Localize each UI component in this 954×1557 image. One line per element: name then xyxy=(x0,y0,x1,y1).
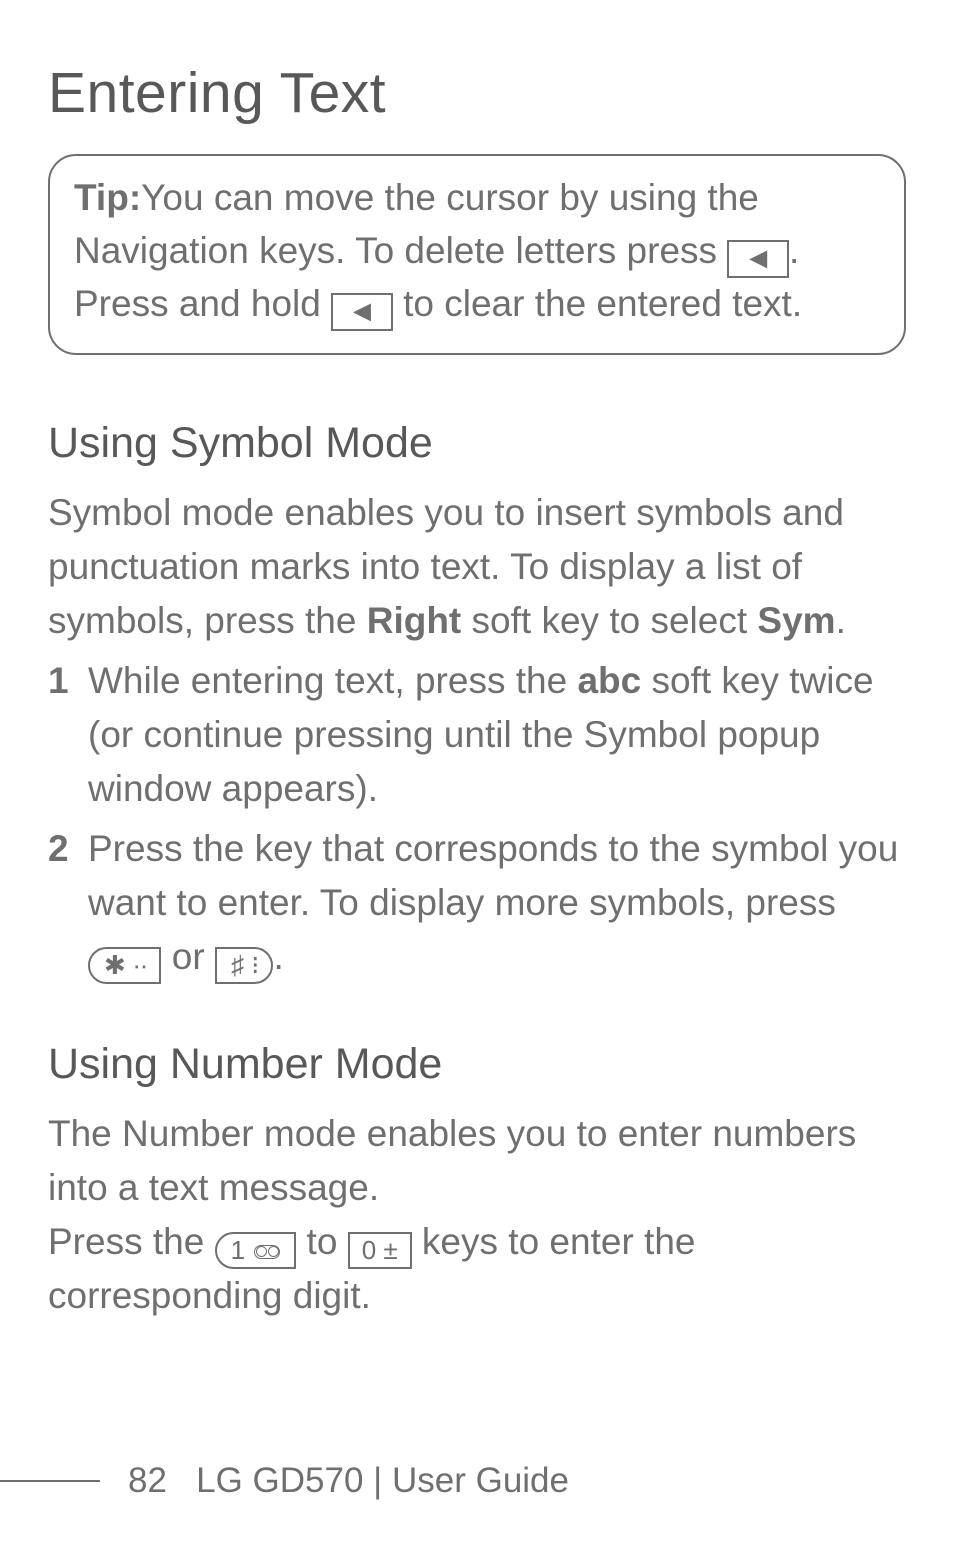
step-body: Press the key that corresponds to the sy… xyxy=(88,822,906,984)
step-body: While entering text, press the abc soft … xyxy=(88,654,906,816)
tip-text-2b: . xyxy=(789,230,799,271)
one-key-digit: 1 xyxy=(231,1235,245,1265)
list-item: 1 While entering text, press the abc sof… xyxy=(48,654,906,816)
star-key-icon: ✱ ∙∙ xyxy=(88,947,161,984)
footer-label: LG GD570 | User Guide xyxy=(196,1461,569,1500)
tip-text-3: Press and hold xyxy=(74,283,331,324)
voicemail-icon xyxy=(254,1245,280,1259)
symbol-mode-section: Using Symbol Mode Symbol mode enables yo… xyxy=(48,419,906,984)
step-text: While entering text, press the xyxy=(88,660,577,701)
number-paragraph-1: The Number mode enables you to enter num… xyxy=(48,1107,906,1215)
page-footer: 82 LG GD570 | User Guide xyxy=(0,1461,569,1501)
one-key-icon: 1 xyxy=(215,1232,297,1269)
sym-label: Sym xyxy=(757,600,835,641)
symbol-text: . xyxy=(836,600,846,641)
list-item: 2 Press the key that corresponds to the … xyxy=(48,822,906,984)
step-text: Press the key that corresponds to the sy… xyxy=(88,828,898,923)
right-softkey-label: Right xyxy=(367,600,462,641)
hash-key-icon: ♯ ⁝ xyxy=(215,947,274,984)
number-text: to xyxy=(296,1221,347,1262)
tip-box: Tip:You can move the cursor by using the… xyxy=(48,154,906,355)
back-key-icon: ◄ xyxy=(331,293,393,331)
tip-text-1: You can move the cursor by using the xyxy=(141,177,759,218)
number-text: Press the xyxy=(48,1221,215,1262)
step-number: 1 xyxy=(48,654,88,816)
symbol-text: soft key to select xyxy=(461,600,757,641)
number-paragraph-2: Press the 1 to 0 ± keys to enter the cor… xyxy=(48,1215,906,1323)
number-mode-section: Using Number Mode The Number mode enable… xyxy=(48,1040,906,1323)
back-key-icon: ◄ xyxy=(727,240,789,278)
zero-key-icon: 0 ± xyxy=(348,1232,412,1269)
step-text: . xyxy=(273,936,283,977)
step-number: 2 xyxy=(48,822,88,984)
abc-softkey-label: abc xyxy=(577,660,641,701)
tip-label: Tip: xyxy=(74,177,141,218)
tip-text-3b: to clear the entered text. xyxy=(393,283,802,324)
page-title: Entering Text xyxy=(48,60,906,126)
step-text: or xyxy=(161,936,214,977)
symbol-steps-list: 1 While entering text, press the abc sof… xyxy=(48,654,906,984)
tip-text-2: Navigation keys. To delete letters press xyxy=(74,230,727,271)
section-heading-number: Using Number Mode xyxy=(48,1040,906,1089)
section-heading-symbol: Using Symbol Mode xyxy=(48,419,906,468)
footer-text: 82 LG GD570 | User Guide xyxy=(100,1461,569,1501)
footer-rule xyxy=(0,1480,100,1482)
page-number: 82 xyxy=(128,1461,167,1500)
symbol-paragraph: Symbol mode enables you to insert symbol… xyxy=(48,486,906,648)
